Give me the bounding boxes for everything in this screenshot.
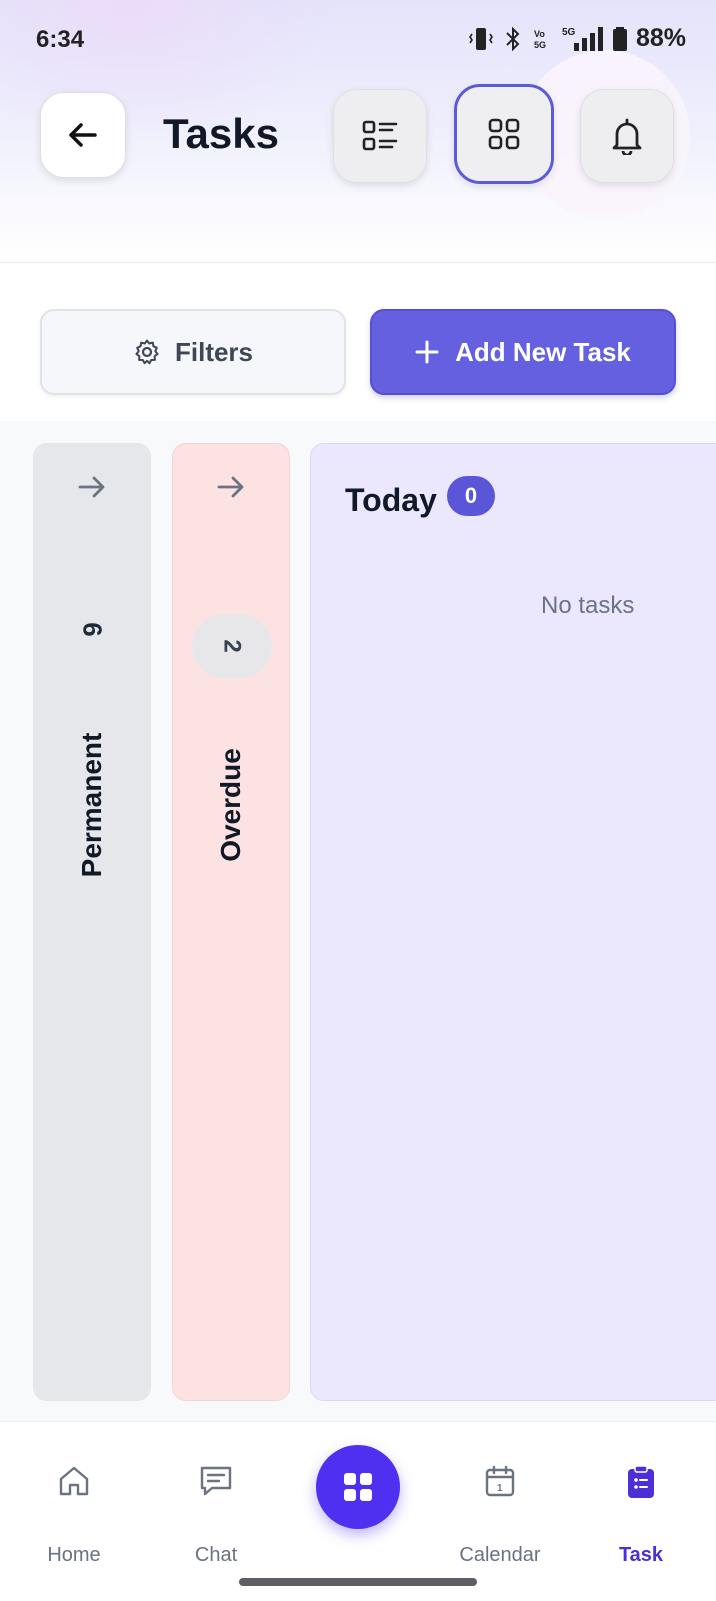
home-indicator [239,1578,477,1586]
status-icons: Vo 5G 5G 88% [468,24,686,53]
back-button[interactable] [40,92,126,178]
notifications-button[interactable] [580,89,674,183]
filters-label: Filters [174,336,254,367]
nav-item-chat[interactable]: Chat [156,1422,276,1572]
volte-icon: Vo 5G [534,29,546,50]
today-title: Today [345,482,437,518]
grid-icon [344,1473,372,1501]
task-icon [628,1465,654,1498]
add-new-task-button[interactable]: Add New Task [370,309,676,395]
svg-text:1: 1 [497,1483,503,1494]
nav-label-home: Home [47,1544,101,1566]
arrow-right-icon[interactable] [216,474,246,500]
permanent-count: 6 [77,622,108,637]
battery-icon [612,26,627,51]
permanent-title: Permanent [76,732,107,878]
task-board: 6 Permanent 2 Overdue Today 0 No tasks [0,421,716,1421]
nav-item-home[interactable]: Home [14,1422,134,1572]
svg-text:Vo: Vo [534,29,545,39]
overdue-count: 2 [218,639,246,653]
nav-item-calendar[interactable]: 1 Calendar [440,1422,560,1572]
battery-level: 88% [635,24,686,52]
vibrate-icon [468,27,493,50]
nav-label-task: Task [618,1544,664,1566]
arrow-right-icon[interactable] [77,474,107,500]
nav-label-calendar: Calendar [459,1544,541,1566]
arrow-left-icon [69,123,97,147]
column-permanent[interactable]: 6 Permanent [33,443,151,1401]
nav-label-chat: Chat [194,1544,238,1566]
bluetooth-icon [506,26,520,51]
status-time: 6:34 [36,26,85,53]
overdue-count-badge: 2 [192,614,272,678]
bottom-navigation: Home Chat 1 Calendar Task [0,1421,716,1601]
svg-text:5G: 5G [562,27,576,38]
chat-icon [200,1466,232,1496]
today-count-badge: 0 [447,476,495,516]
page-title: Tasks [163,110,279,157]
add-new-task-label: Add New Task [455,336,631,367]
plus-icon [415,340,439,364]
column-overdue[interactable]: 2 Overdue [172,443,290,1401]
empty-state-text: No tasks [541,592,635,619]
toolbar: Filters Add New Task [0,262,716,422]
column-today: Today 0 No tasks [310,443,716,1401]
grid-view-button[interactable] [454,84,554,184]
filters-button[interactable]: Filters [40,309,346,395]
gear-icon [135,339,159,365]
home-icon [59,1466,89,1496]
bell-icon [612,118,642,155]
center-action-button[interactable] [316,1445,400,1529]
grid-view-icon [488,118,520,150]
status-bar: 6:34 Vo 5G 5G 88% [0,0,716,80]
overdue-title: Overdue [215,748,246,862]
list-view-button[interactable] [333,89,427,183]
svg-text:5G: 5G [534,40,546,50]
nav-item-task[interactable]: Task [581,1422,701,1572]
list-view-icon [362,120,398,151]
calendar-icon: 1 [485,1465,515,1497]
signal-5g-icon: 5G [562,26,603,51]
